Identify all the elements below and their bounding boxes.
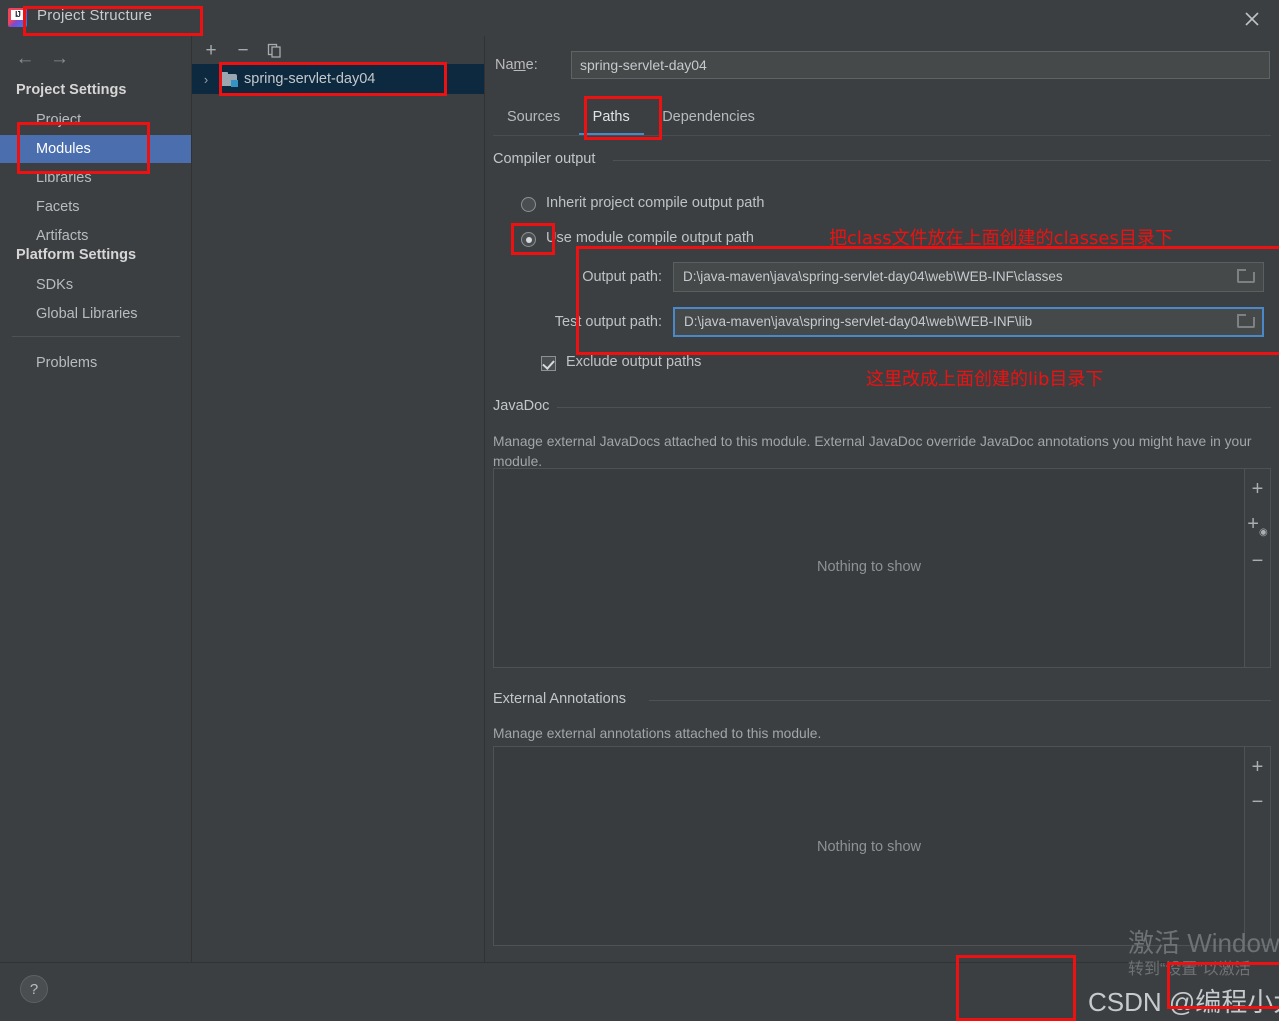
javadoc-description: Manage external JavaDocs attached to thi…: [493, 434, 1252, 469]
name-label: Name:: [495, 57, 538, 73]
csdn-watermark: CSDN @编程小大白: [1088, 987, 1279, 1017]
sidebar-item-label: Project: [36, 112, 82, 128]
compiler-output-rule: [613, 160, 1271, 161]
project-structure-dialog: IJ Project Structure ← → Project Setting…: [0, 0, 1279, 1021]
external-annotations-side-buttons: + −: [1245, 746, 1271, 946]
sidebar-item-sdks[interactable]: SDKs: [0, 271, 191, 299]
external-annotations-empty-text: Nothing to show: [817, 839, 921, 855]
modules-tree-panel: + − › spring-servlet-day04: [192, 36, 485, 962]
sidebar-item-label: SDKs: [36, 277, 74, 293]
sidebar-item-project[interactable]: Project: [0, 106, 191, 134]
external-annotations-list[interactable]: Nothing to show: [493, 746, 1245, 946]
module-tabs: Sources Paths Dependencies: [493, 98, 769, 136]
external-annotations-group-title: External Annotations: [493, 691, 635, 707]
output-path-input[interactable]: D:\java-maven\java\spring-servlet-day04\…: [673, 262, 1264, 292]
module-name-label: spring-servlet-day04: [244, 71, 376, 87]
module-paths-panel: Name: Sources Paths Dependencies Compile…: [485, 36, 1279, 962]
javadoc-side-buttons: + +◉ −: [1245, 468, 1271, 668]
tab-sources[interactable]: Sources: [493, 98, 574, 136]
test-output-path-input[interactable]: D:\java-maven\java\spring-servlet-day04\…: [673, 307, 1264, 337]
copy-icon[interactable]: [264, 40, 286, 62]
table-row[interactable]: › spring-servlet-day04: [192, 64, 484, 94]
sidebar-item-label: Libraries: [36, 170, 92, 186]
radio-icon[interactable]: [521, 232, 536, 247]
external-annotations-rule: [649, 700, 1271, 701]
radio-icon[interactable]: [521, 197, 536, 212]
sidebar-item-label: Artifacts: [36, 228, 89, 244]
checkbox-icon[interactable]: [541, 356, 556, 371]
sidebar-item-libraries[interactable]: Libraries: [0, 164, 191, 192]
annotation-note-lib: 这里改成上面创建的lib目录下: [866, 369, 1104, 390]
module-folder-icon: [220, 72, 238, 87]
modules-toolbar: + −: [192, 36, 484, 64]
sidebar-item-label: Global Libraries: [36, 306, 138, 322]
add-annotation-button[interactable]: +: [1245, 757, 1270, 777]
checkbox-label: Exclude output paths: [566, 354, 702, 370]
add-javadoc-button[interactable]: +: [1245, 479, 1270, 499]
remove-javadoc-button[interactable]: −: [1245, 551, 1270, 571]
sidebar-item-modules[interactable]: Modules: [0, 135, 191, 163]
sidebar-divider: [12, 336, 180, 337]
javadoc-empty-text: Nothing to show: [817, 559, 921, 575]
annotation-note-classes: 把class文件放在上面创建的classes目录下: [829, 228, 1173, 249]
arrow-right-icon[interactable]: →: [44, 48, 74, 70]
sidebar-item-label: Facets: [36, 199, 80, 215]
window-title: Project Structure: [37, 7, 153, 24]
output-path-label: Output path:: [582, 269, 662, 285]
settings-sidebar: ← → Project Settings Project Modules Lib…: [0, 36, 192, 962]
tab-paths[interactable]: Paths: [578, 98, 644, 136]
test-output-path-label: Test output path:: [554, 314, 662, 330]
javadoc-list[interactable]: Nothing to show: [493, 468, 1245, 668]
output-path-browse-icon[interactable]: [1237, 268, 1257, 286]
javadoc-rule: [557, 407, 1271, 408]
test-output-path-browse-icon[interactable]: [1237, 313, 1257, 331]
chevron-right-icon[interactable]: ›: [192, 72, 220, 87]
windows-activation-watermark-line2: 转到“设置”以激活: [1128, 961, 1251, 978]
remove-annotation-button[interactable]: −: [1245, 792, 1270, 812]
sidebar-item-artifacts[interactable]: Artifacts: [0, 222, 191, 250]
tab-dependencies[interactable]: Dependencies: [648, 98, 769, 136]
sidebar-item-global-libraries[interactable]: Global Libraries: [0, 300, 191, 328]
javadoc-group-title: JavaDoc: [493, 398, 558, 414]
external-annotations-description: Manage external annotations attached to …: [493, 726, 822, 741]
sidebar-item-label: Problems: [36, 355, 98, 371]
module-name-input[interactable]: [571, 51, 1270, 79]
sidebar-item-problems[interactable]: Problems: [0, 349, 191, 377]
compiler-output-group-title: Compiler output: [493, 151, 604, 167]
nav-arrows: ← →: [10, 48, 74, 70]
add-module-button[interactable]: +: [200, 40, 222, 62]
sidebar-item-label: Modules: [36, 141, 91, 157]
intellij-idea-icon: IJ: [8, 8, 27, 27]
sidebar-item-facets[interactable]: Facets: [0, 193, 191, 221]
remove-module-button[interactable]: −: [232, 40, 254, 62]
close-icon[interactable]: [1241, 8, 1263, 30]
tabs-divider: [493, 135, 1271, 136]
module-name-row: Name:: [495, 51, 1270, 81]
sidebar-heading-platform-settings: Platform Settings: [16, 247, 137, 263]
help-button[interactable]: ?: [20, 975, 48, 1003]
radio-label: Inherit project compile output path: [546, 195, 765, 211]
title-bar: IJ Project Structure: [0, 0, 1279, 36]
arrow-left-icon[interactable]: ←: [10, 48, 40, 70]
add-javadoc-url-button[interactable]: +◉: [1245, 514, 1270, 543]
sidebar-heading-project-settings: Project Settings: [16, 82, 127, 98]
radio-label: Use module compile output path: [546, 230, 754, 246]
